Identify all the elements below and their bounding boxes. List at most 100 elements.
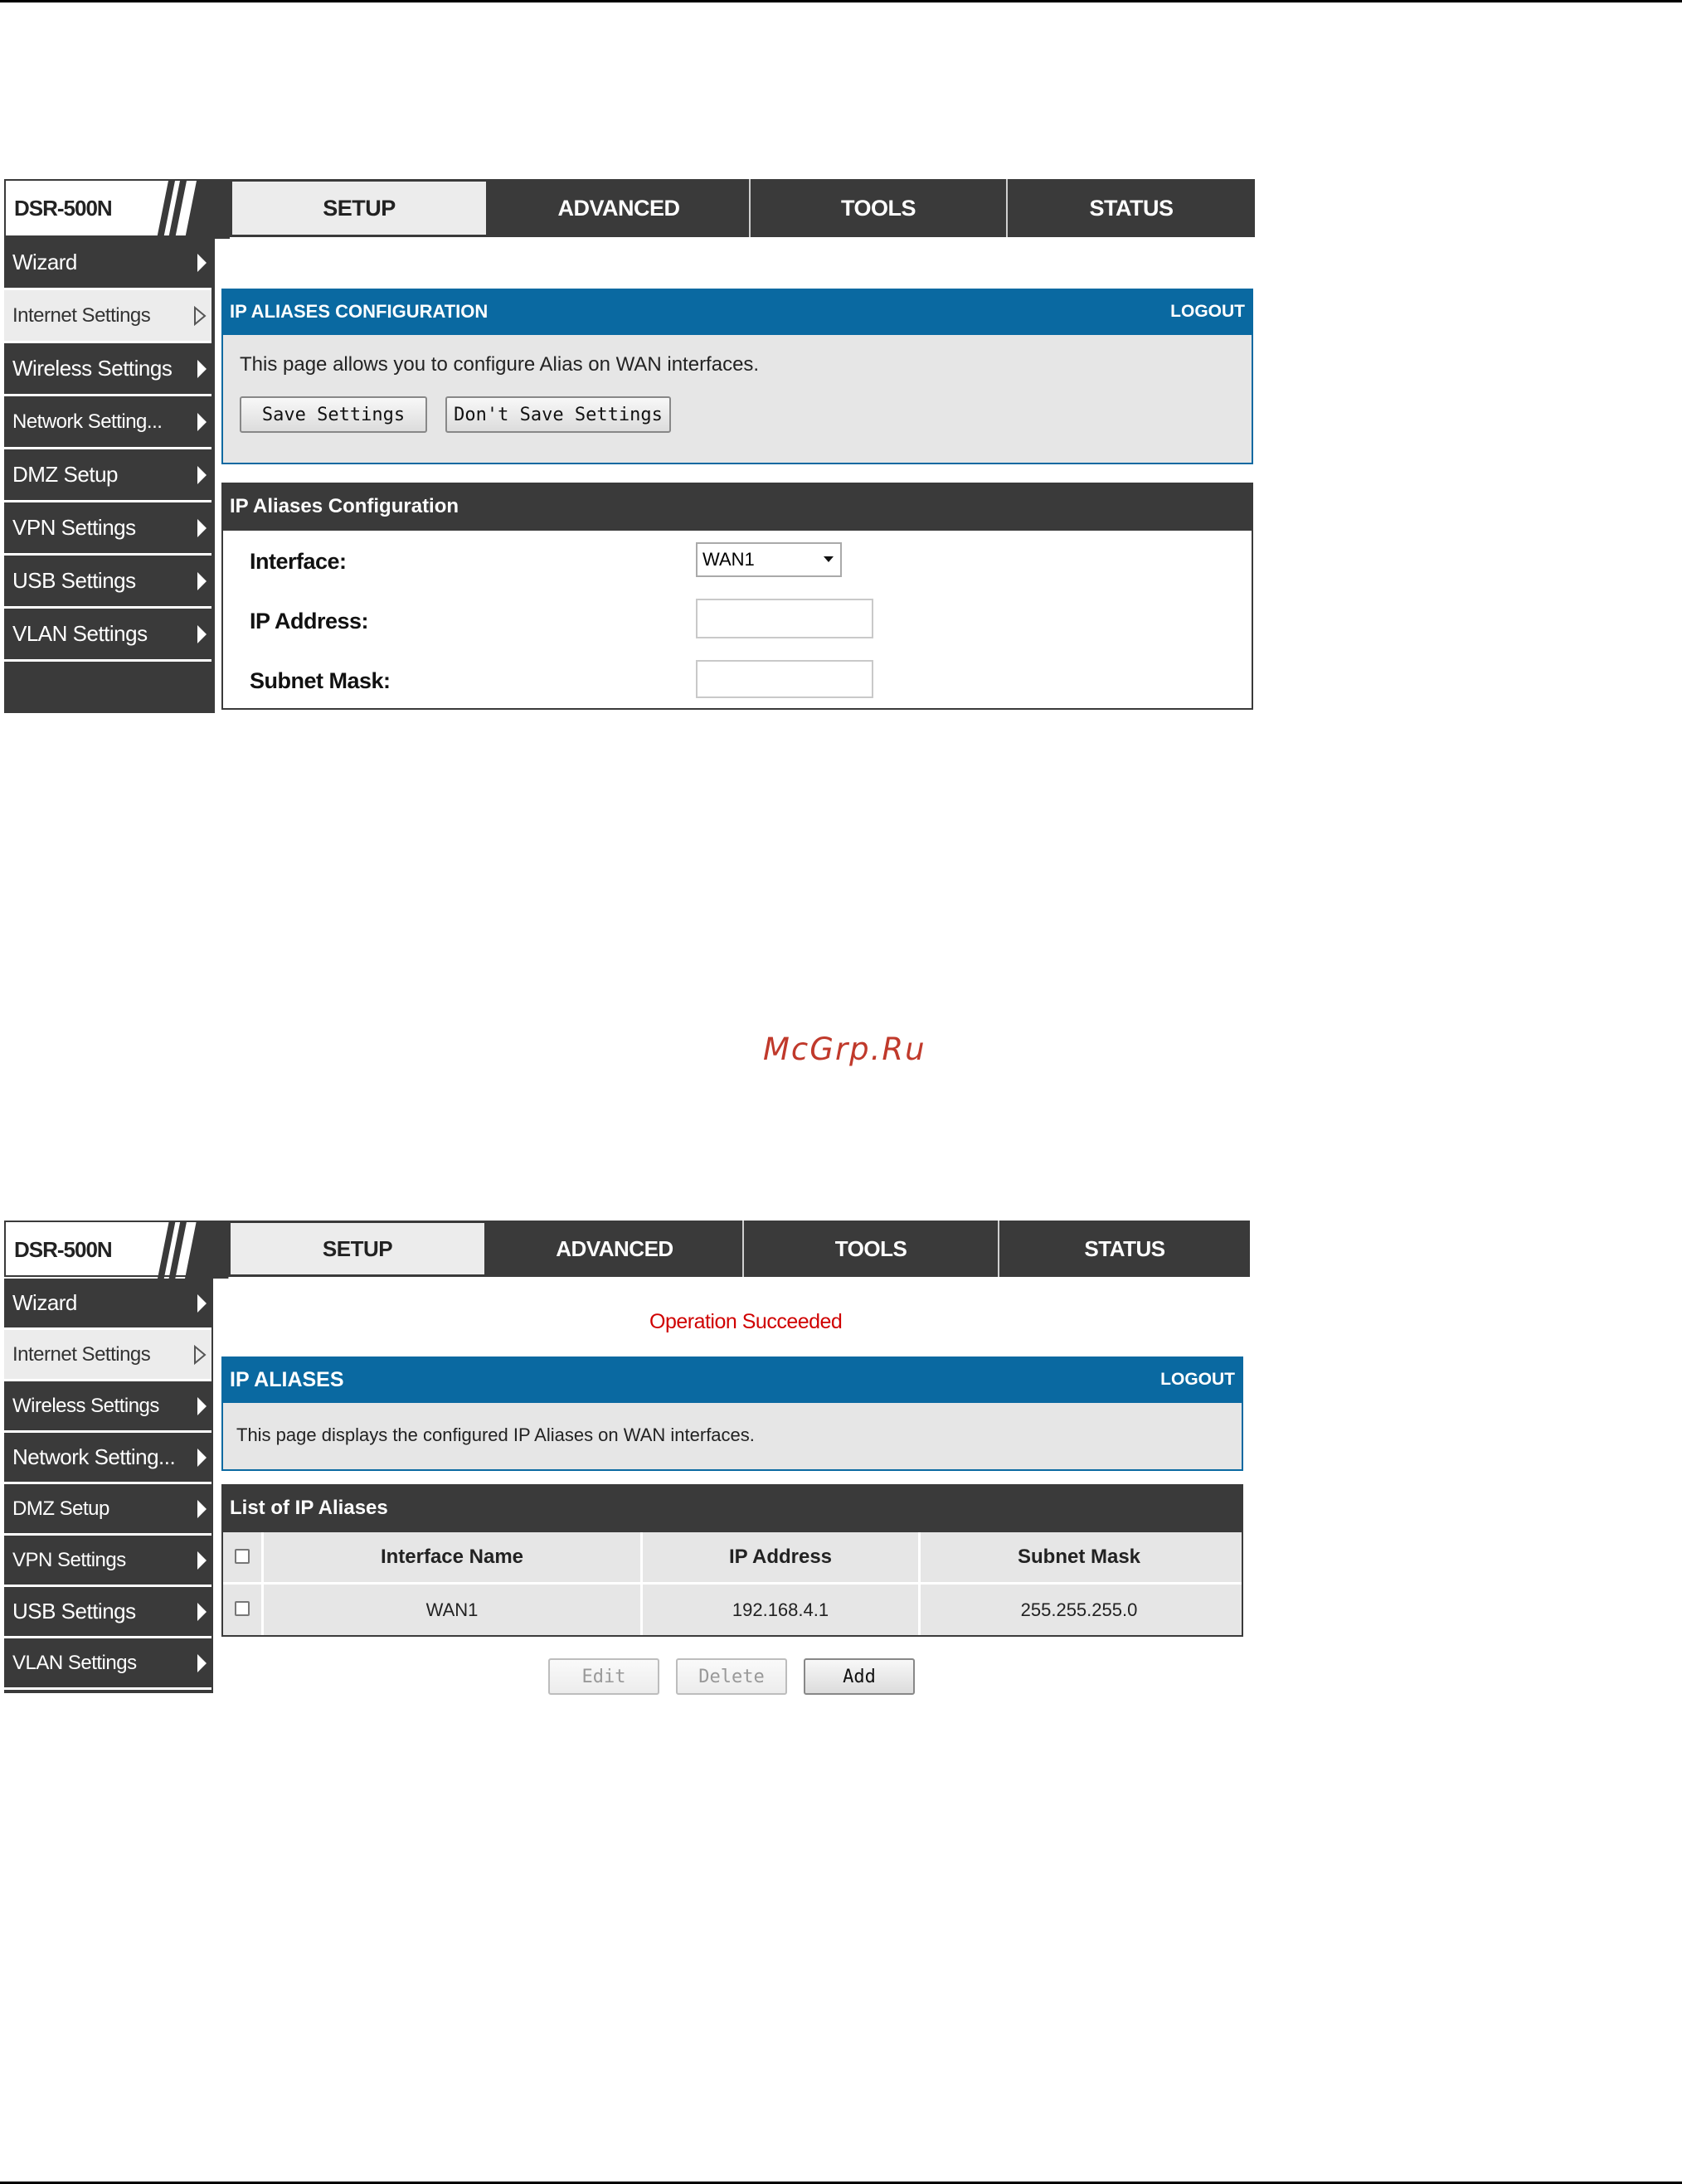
edit-button[interactable]: Edit — [548, 1658, 659, 1695]
sidebar-item-usb-settings[interactable]: USB Settings — [4, 556, 211, 609]
arrow-right-icon — [197, 253, 207, 272]
section-header: List of IP Aliases — [221, 1484, 1243, 1532]
interface-select[interactable]: WAN1 — [696, 542, 842, 577]
subnet-mask-label: Subnet Mask: — [250, 668, 391, 693]
sidebar-item-label: Network Setting... — [12, 1444, 176, 1469]
sidebar-item-label: VPN Settings — [12, 515, 136, 540]
sidebar-item-network-settings[interactable]: Network Setting... — [4, 396, 211, 449]
sidebar-item-usb-settings[interactable]: USB Settings — [4, 1587, 211, 1638]
section-header: IP Aliases Configuration — [221, 483, 1253, 531]
save-settings-button[interactable]: Save Settings — [240, 396, 427, 433]
sidebar-item-wireless-settings[interactable]: Wireless Settings — [4, 343, 211, 396]
logout-link[interactable]: LOGOUT — [1160, 1370, 1235, 1390]
dont-save-settings-button[interactable]: Don't Save Settings — [445, 396, 671, 433]
screenshot-ip-aliases-configuration: DSR-500N SETUP ADVANCED TOOLS STATUS Wiz… — [4, 179, 1257, 713]
tab-advanced[interactable]: ADVANCED — [489, 179, 749, 237]
arrow-right-outline-icon — [194, 305, 207, 326]
sidebar-item-dmz-setup[interactable]: DMZ Setup — [4, 1484, 211, 1536]
description-panel: This page allows you to configure Alias … — [221, 335, 1253, 464]
sidebar-item-vlan-settings[interactable]: VLAN Settings — [4, 1638, 211, 1690]
brand-logo: DSR-500N — [4, 1221, 229, 1279]
tab-tools[interactable]: TOOLS — [742, 1221, 998, 1277]
chevron-down-icon — [824, 556, 834, 562]
arrow-right-icon — [197, 518, 207, 537]
top-nav-bar: DSR-500N SETUP ADVANCED TOOLS STATUS — [4, 179, 1255, 239]
sidebar-item-label: Internet Settings — [12, 1342, 151, 1366]
section-title: List of IP Aliases — [230, 1497, 388, 1519]
logout-link[interactable]: LOGOUT — [1170, 302, 1245, 322]
watermark: McGrp.Ru — [763, 1031, 926, 1067]
column-header-mask: Subnet Mask — [1017, 1546, 1141, 1568]
status-message: Operation Succeeded — [649, 1310, 843, 1333]
select-all-checkbox[interactable] — [235, 1549, 250, 1564]
sidebar-item-vpn-settings[interactable]: VPN Settings — [4, 1536, 211, 1587]
tab-status[interactable]: STATUS — [1006, 179, 1255, 237]
brand-stripes-icon — [157, 181, 230, 239]
arrow-right-icon — [197, 1551, 207, 1570]
delete-button[interactable]: Delete — [676, 1658, 787, 1695]
arrow-right-icon — [197, 1448, 207, 1467]
arrow-right-icon — [197, 571, 207, 590]
sidebar-item-vlan-settings[interactable]: VLAN Settings — [4, 609, 211, 662]
tab-setup[interactable]: SETUP — [230, 179, 489, 237]
ip-address-input[interactable] — [696, 599, 873, 638]
cell-interface: WAN1 — [425, 1599, 479, 1620]
sidebar-item-label: VLAN Settings — [12, 1651, 137, 1674]
sidebar-item-wireless-settings[interactable]: Wireless Settings — [4, 1381, 211, 1433]
sidebar-item-internet-settings[interactable]: Internet Settings — [4, 290, 211, 343]
sidebar-item-label: VPN Settings — [12, 1548, 126, 1571]
arrow-right-icon — [197, 624, 207, 643]
sidebar-item-label: DMZ Setup — [12, 1497, 109, 1520]
sidebar-item-label: Wireless Settings — [12, 1394, 159, 1417]
sidebar-item-wizard[interactable]: Wizard — [4, 237, 211, 290]
sidebar-item-label: Wizard — [12, 250, 77, 274]
sidebar-item-dmz-setup[interactable]: DMZ Setup — [4, 449, 211, 502]
table-row[interactable]: WAN1 192.168.4.1 255.255.255.0 — [223, 1585, 1242, 1635]
row-checkbox[interactable] — [235, 1601, 250, 1616]
top-nav-bar: DSR-500N SETUP ADVANCED TOOLS STATUS — [4, 1221, 1250, 1279]
sidebar-item-label: Network Setting... — [12, 410, 163, 433]
arrow-right-outline-icon — [194, 1344, 207, 1365]
interface-select-value: WAN1 — [702, 549, 755, 570]
description-panel: This page displays the configured IP Ali… — [221, 1403, 1243, 1471]
sidebar-item-label: Wizard — [12, 1290, 77, 1315]
arrow-right-icon — [197, 359, 207, 378]
top-rule — [0, 0, 1682, 2]
sidebar-item-label: Wireless Settings — [12, 356, 173, 381]
subnet-mask-input[interactable] — [696, 660, 873, 698]
page-title: IP ALIASES CONFIGURATION — [230, 301, 489, 322]
sidebar-item-label: Internet Settings — [12, 303, 151, 327]
page-description: This page allows you to configure Alias … — [240, 353, 760, 376]
sidebar-item-label: USB Settings — [12, 1599, 136, 1623]
page-header: IP ALIASES LOGOUT — [221, 1357, 1243, 1403]
sidebar-item-wizard[interactable]: Wizard — [4, 1279, 211, 1330]
sidebar-item-vpn-settings[interactable]: VPN Settings — [4, 502, 211, 556]
sidebar-item-network-settings[interactable]: Network Setting... — [4, 1433, 211, 1484]
sidebar-item-label: DMZ Setup — [12, 462, 119, 487]
tab-advanced[interactable]: ADVANCED — [487, 1221, 742, 1277]
sidebar: Wizard Internet Settings Wireless Settin… — [4, 237, 215, 713]
model-name: DSR-500N — [14, 1237, 113, 1262]
table-header-row: Interface Name IP Address Subnet Mask — [223, 1532, 1242, 1585]
tab-tools[interactable]: TOOLS — [749, 179, 1006, 237]
page-description: This page displays the configured IP Ali… — [236, 1424, 755, 1445]
add-button[interactable]: Add — [804, 1658, 915, 1695]
screenshot-ip-aliases-list: DSR-500N SETUP ADVANCED TOOLS STATUS Wiz… — [4, 1221, 1250, 1701]
arrow-right-icon — [197, 412, 207, 431]
page-header: IP ALIASES CONFIGURATION LOGOUT — [221, 289, 1253, 335]
brand-logo: DSR-500N — [4, 179, 230, 239]
column-header-interface: Interface Name — [380, 1546, 524, 1568]
arrow-right-icon — [197, 1293, 207, 1313]
interface-label: Interface: — [250, 549, 347, 574]
form-panel: Interface: WAN1 IP Address: Subnet Mask: — [221, 531, 1253, 710]
sidebar-item-label: USB Settings — [12, 568, 136, 593]
cell-ip-address: 192.168.4.1 — [732, 1599, 829, 1620]
brand-stripes-icon — [157, 1222, 229, 1279]
arrow-right-icon — [197, 1499, 207, 1518]
model-name: DSR-500N — [14, 196, 113, 221]
sidebar: Wizard Internet Settings Wireless Settin… — [4, 1279, 213, 1693]
tab-status[interactable]: STATUS — [998, 1221, 1250, 1277]
tab-setup[interactable]: SETUP — [228, 1221, 487, 1277]
cell-subnet-mask: 255.255.255.0 — [1020, 1599, 1138, 1620]
sidebar-item-internet-settings[interactable]: Internet Settings — [4, 1330, 211, 1381]
